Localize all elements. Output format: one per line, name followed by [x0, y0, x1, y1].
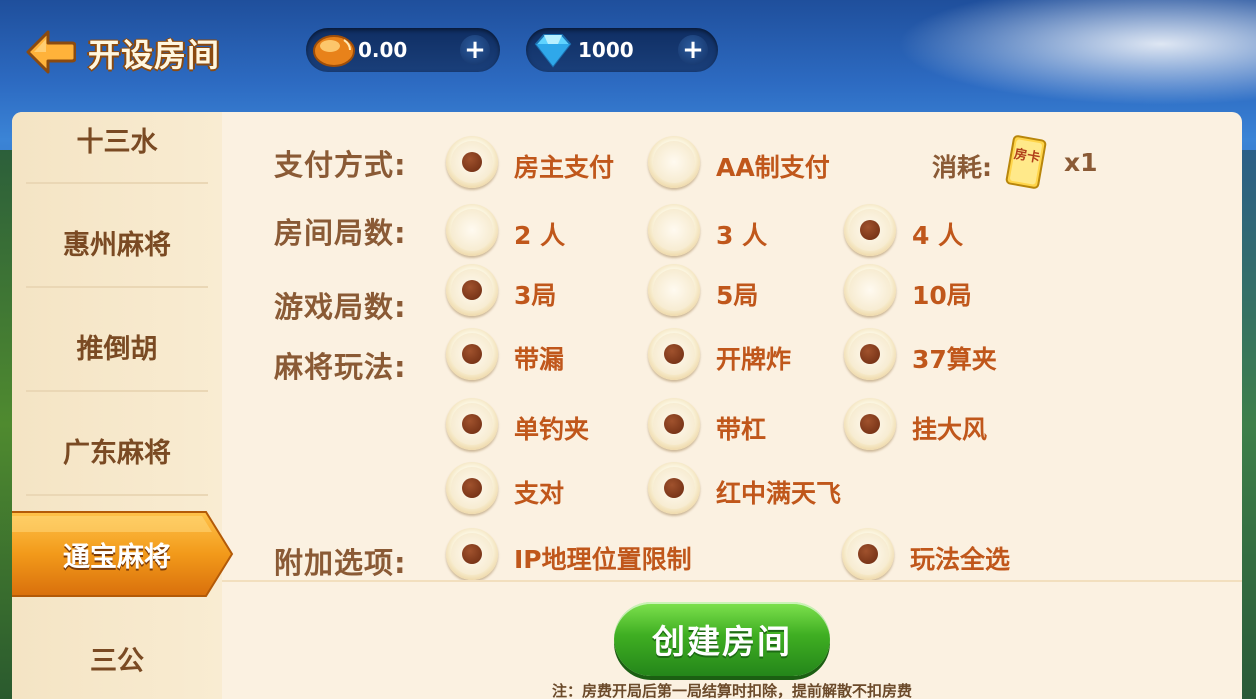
radio-button[interactable] — [844, 328, 896, 380]
consume-count: x1 — [1064, 148, 1098, 177]
create-room-panel: 十三水 惠州麻将 推倒胡 广东麻将 通宝麻将 三公 支付方式: 房主支付 AA制… — [12, 112, 1242, 699]
radio-dot — [462, 478, 482, 498]
radio-dot — [664, 414, 684, 434]
radio-button[interactable] — [446, 462, 498, 514]
extra-options-label: 附加选项: — [274, 546, 407, 580]
radio-button[interactable] — [842, 528, 894, 580]
radio-button[interactable] — [446, 328, 498, 380]
divider — [26, 286, 208, 288]
option-label: IP地理位置限制 — [514, 545, 692, 574]
radio-button[interactable] — [446, 398, 498, 450]
sidebar-item-guangdong-mahjong[interactable]: 广东麻将 — [12, 398, 222, 502]
rounds-label: 游戏局数: — [274, 290, 407, 324]
sidebar-item-label: 广东麻将 — [63, 437, 171, 469]
radio-dot — [858, 544, 878, 564]
radio-button[interactable] — [446, 136, 498, 188]
diamond-value: 1000 — [578, 38, 634, 62]
room-card-icon: 房卡 — [1002, 134, 1050, 190]
add-diamond-button[interactable]: + — [678, 35, 708, 65]
sidebar-item-label: 惠州麻将 — [63, 229, 171, 261]
radio-dot — [860, 414, 880, 434]
plus-icon: + — [464, 35, 486, 65]
sidebar-item-label: 三公 — [90, 645, 144, 677]
radio-button[interactable] — [446, 264, 498, 316]
gold-balance: 0.00 + — [306, 28, 500, 72]
payment-label: 支付方式: — [274, 148, 407, 182]
option-label: 玩法全选 — [910, 545, 1011, 574]
option-label: 5局 — [716, 281, 759, 310]
radio-dot — [462, 344, 482, 364]
radio-dot — [462, 152, 482, 172]
room-options: 支付方式: 房主支付 AA制支付 消耗: 房卡 x1 房间局数: 2 人 3 人… — [222, 112, 1242, 580]
radio-button[interactable] — [648, 136, 700, 188]
radio-button[interactable] — [648, 204, 700, 256]
sidebar-item-label: 通宝麻将 — [63, 541, 171, 573]
rules-label: 麻将玩法: — [274, 350, 407, 384]
radio-button[interactable] — [648, 462, 700, 514]
sidebar-item-label: 十三水 — [76, 126, 158, 158]
radio-dot — [462, 280, 482, 300]
create-room-button[interactable]: 创建房间 — [614, 602, 830, 676]
option-label: 2 人 — [514, 221, 566, 250]
page-title: 开设房间 — [88, 36, 221, 74]
radio-button[interactable] — [844, 264, 896, 316]
radio-button[interactable] — [844, 204, 896, 256]
sky-background — [876, 0, 1256, 110]
option-label: 37算夹 — [912, 345, 997, 374]
sidebar-item-shisanshui[interactable]: 十三水 — [12, 112, 222, 191]
radio-button[interactable] — [648, 264, 700, 316]
sidebar-item-sangong[interactable]: 三公 — [12, 606, 222, 699]
option-label: 单钓夹 — [514, 415, 590, 444]
players-label: 房间局数: — [274, 216, 407, 250]
divider — [26, 182, 208, 184]
option-label: 红中满天飞 — [716, 479, 842, 508]
divider — [26, 390, 208, 392]
gold-bean-icon — [310, 30, 356, 70]
game-type-sidebar: 十三水 惠州麻将 推倒胡 广东麻将 通宝麻将 三公 — [12, 112, 234, 699]
option-label: 10局 — [912, 281, 972, 310]
radio-dot — [860, 220, 880, 240]
radio-button[interactable] — [446, 204, 498, 256]
radio-dot — [664, 344, 684, 364]
sidebar-item-tuidaohu[interactable]: 推倒胡 — [12, 294, 222, 398]
diamond-balance: 1000 + — [526, 28, 718, 72]
radio-dot — [462, 544, 482, 564]
option-label: 3局 — [514, 281, 557, 310]
diamond-icon — [530, 30, 576, 70]
option-label: 房主支付 — [514, 153, 615, 182]
option-label: 3 人 — [716, 221, 768, 250]
radio-button[interactable] — [648, 328, 700, 380]
background-scenery-right — [1242, 150, 1256, 699]
option-label: AA制支付 — [716, 153, 830, 182]
divider — [26, 494, 208, 496]
sidebar-item-huizhou-mahjong[interactable]: 惠州麻将 — [12, 190, 222, 294]
sidebar-item-tongbao-mahjong[interactable]: 通宝麻将 — [12, 502, 222, 606]
consume-label: 消耗: — [932, 153, 992, 182]
fee-note: 注：房费开局后第一局结算时扣除，提前解散不扣房费 — [551, 682, 912, 699]
add-gold-button[interactable]: + — [460, 35, 490, 65]
option-label: 开牌炸 — [716, 345, 792, 374]
sidebar-item-label: 推倒胡 — [76, 333, 158, 365]
gold-value: 0.00 — [358, 38, 408, 62]
option-label: 带杠 — [716, 415, 767, 444]
plus-icon: + — [682, 35, 704, 65]
radio-dot — [860, 344, 880, 364]
option-label: 挂大风 — [912, 415, 988, 444]
option-label: 支对 — [514, 479, 565, 508]
radio-dot — [462, 414, 482, 434]
radio-button[interactable] — [844, 398, 896, 450]
footer-bar: 创建房间 注：房费开局后第一局结算时扣除，提前解散不扣房费 — [222, 580, 1242, 699]
option-label: 带漏 — [514, 345, 565, 374]
radio-button[interactable] — [648, 398, 700, 450]
option-label: 4 人 — [912, 221, 964, 250]
back-arrow-icon[interactable] — [26, 30, 77, 74]
radio-button[interactable] — [446, 528, 498, 580]
radio-dot — [664, 478, 684, 498]
